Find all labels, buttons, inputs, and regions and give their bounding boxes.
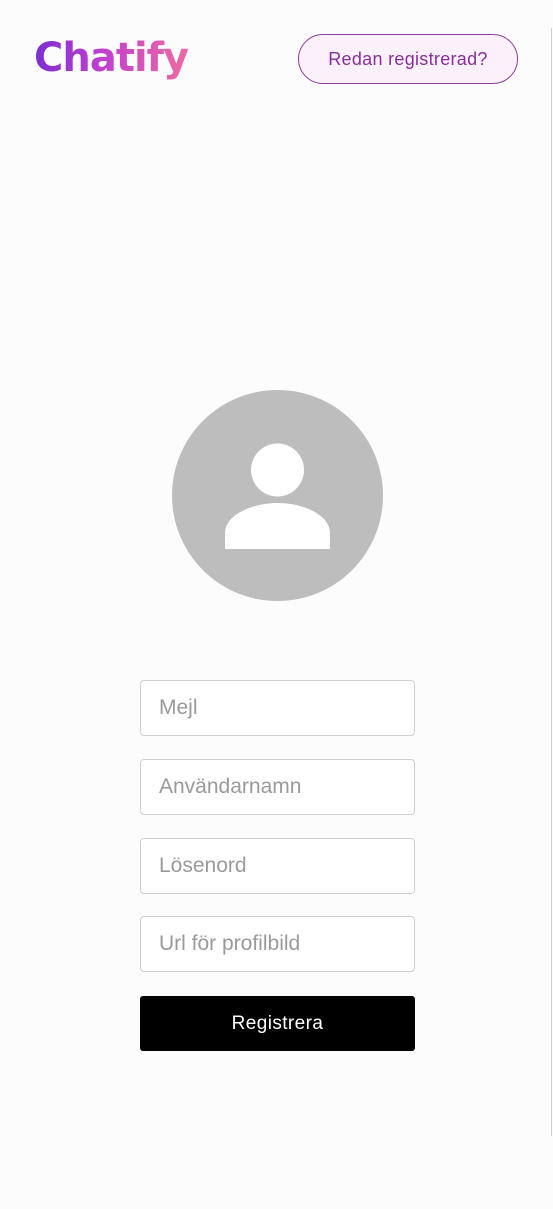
email-field[interactable]	[140, 680, 415, 736]
chatify-logo: Chatify	[34, 30, 189, 86]
username-field[interactable]	[140, 759, 415, 815]
scrollbar-edge	[551, 28, 552, 1136]
password-field[interactable]	[140, 838, 415, 894]
register-button[interactable]: Registrera	[140, 996, 415, 1051]
avatar[interactable]	[172, 390, 383, 601]
avatar-url-field[interactable]	[140, 916, 415, 972]
already-registered-button[interactable]: Redan registrerad?	[298, 34, 518, 84]
person-icon	[225, 443, 330, 549]
